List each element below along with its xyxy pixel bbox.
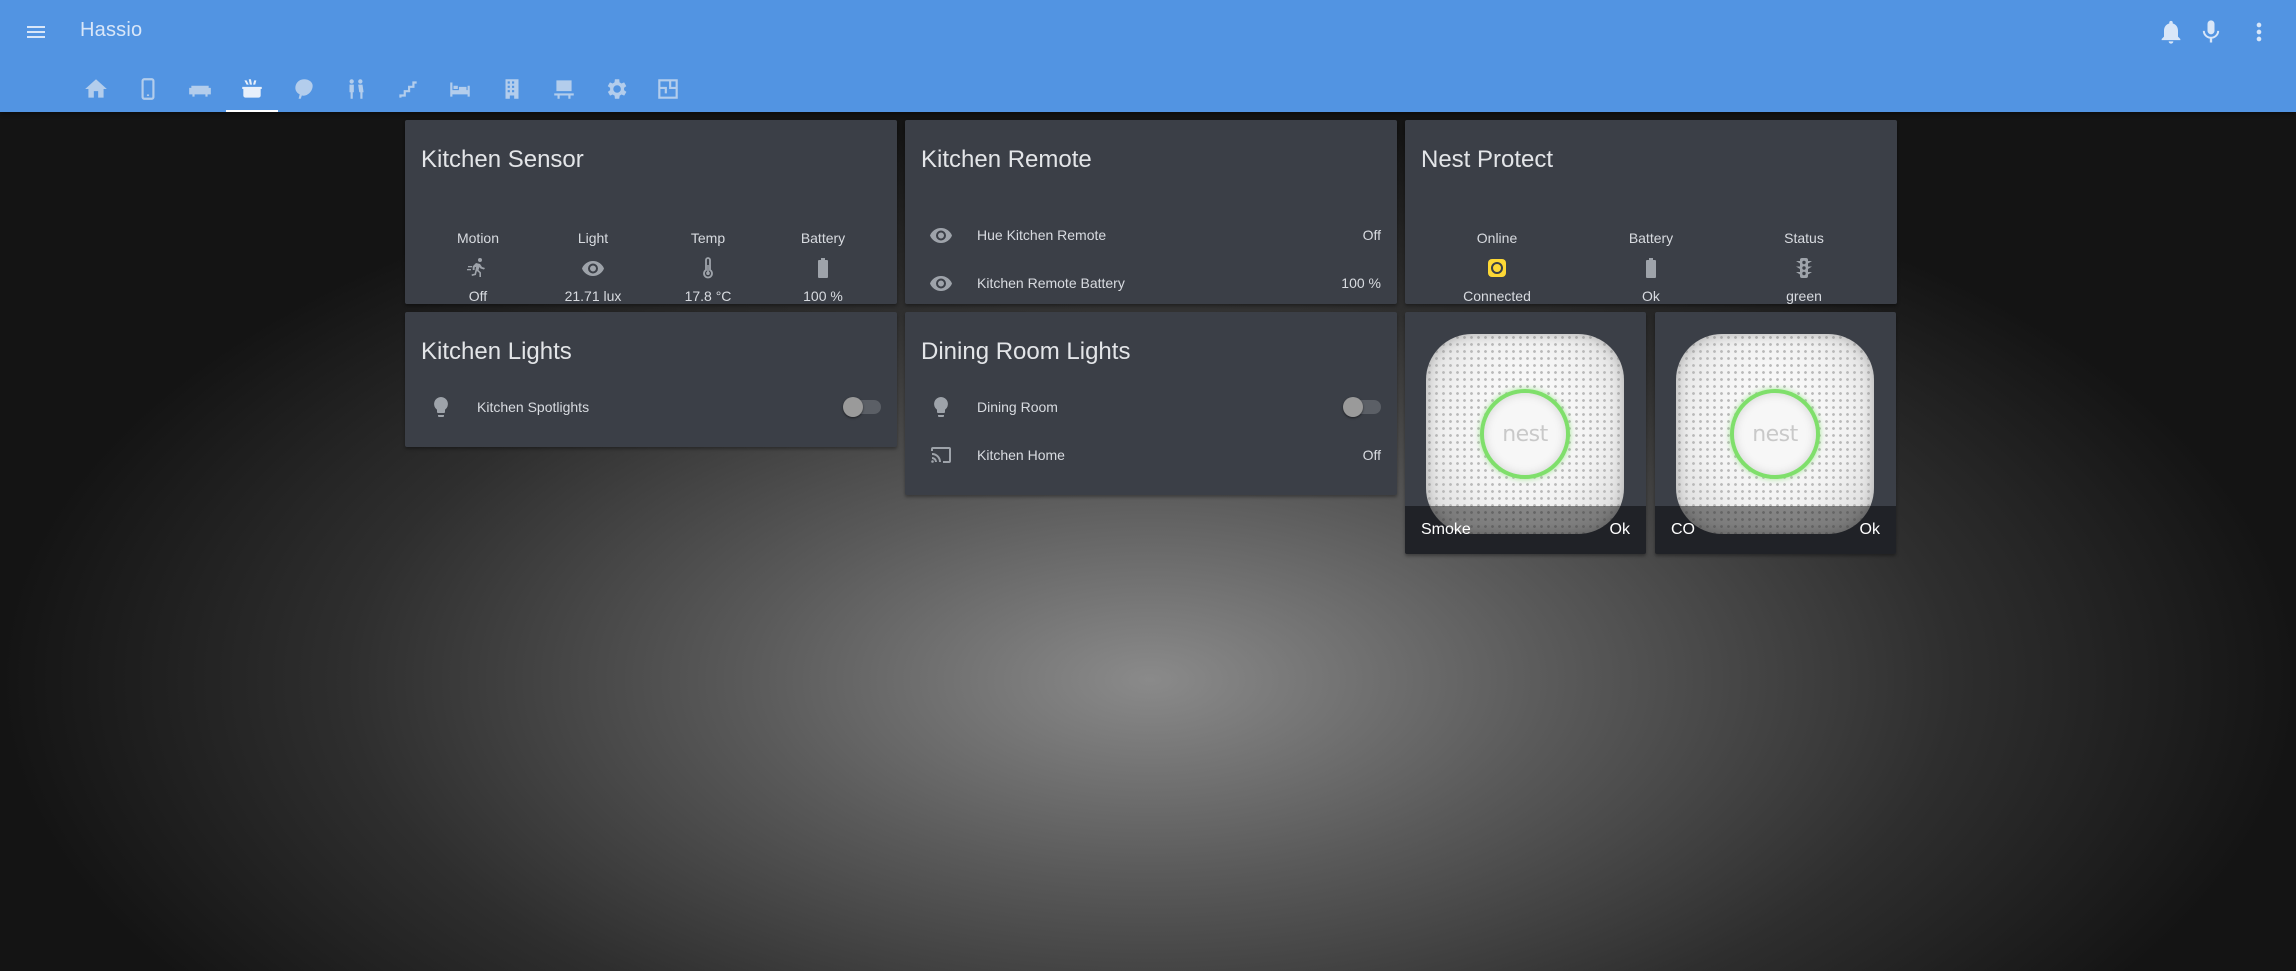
entity-row[interactable]: Kitchen Home Off: [921, 435, 1381, 475]
nest-status-ring: nest: [1730, 389, 1820, 479]
glance-state: 21.71 lux: [564, 288, 622, 304]
tab-floor-plan-icon[interactable]: [642, 70, 694, 112]
nest-logo: nest: [1752, 421, 1798, 447]
entity-name: Kitchen Home: [977, 447, 1065, 463]
tab-building-icon[interactable]: [486, 70, 538, 112]
glance-state: Off: [468, 288, 488, 304]
thermometer-icon: [653, 248, 763, 288]
traffic-light-icon: [1749, 248, 1859, 288]
card-title: Kitchen Remote: [921, 146, 1092, 173]
eye-icon: [921, 263, 961, 303]
glance-temp[interactable]: Temp 17.8 °C: [653, 230, 763, 304]
smoke-state: Ok: [1609, 521, 1630, 538]
nest-protect-card: Nest Protect Online Connected Battery Ok…: [1405, 120, 1897, 304]
picture-footer: CO Ok: [1655, 506, 1896, 554]
glance-state: green: [1786, 288, 1822, 304]
glance-name: Online: [1476, 230, 1518, 246]
kitchen-spotlights-toggle[interactable]: [843, 397, 881, 417]
entity-name: Dining Room: [977, 399, 1058, 415]
nest-logo: nest: [1502, 421, 1548, 447]
tab-sofa-icon[interactable]: [174, 70, 226, 112]
battery-icon: [768, 248, 878, 288]
glance-light[interactable]: Light 21.71 lux: [538, 230, 648, 304]
glance-state: 100 %: [803, 288, 843, 304]
entity-row[interactable]: Hue Kitchen Remote Off: [921, 215, 1381, 255]
entity-state: Off: [1362, 447, 1381, 463]
co-picture-card[interactable]: nest CO Ok: [1655, 312, 1896, 554]
entity-state: Off: [1362, 227, 1381, 243]
smoke-picture-card[interactable]: nest Smoke Ok: [1405, 312, 1646, 554]
tab-bed-icon[interactable]: [434, 70, 486, 112]
card-title: Dining Room Lights: [921, 338, 1131, 365]
kitchen-remote-card: Kitchen Remote Hue Kitchen Remote Off Ki…: [905, 120, 1397, 304]
tab-settings-icon[interactable]: [590, 70, 642, 112]
tab-stairs-icon[interactable]: [382, 70, 434, 112]
glance-name: Status: [1784, 230, 1824, 246]
menu-icon[interactable]: [24, 18, 48, 46]
glance-state: 17.8 °C: [684, 288, 732, 304]
kitchen-lights-card: Kitchen Lights Kitchen Spotlights: [405, 312, 897, 447]
entity-row[interactable]: Kitchen Spotlights: [421, 387, 881, 427]
entity-state: 100 %: [1341, 275, 1381, 291]
tab-kitchen-pot-icon[interactable]: [226, 70, 278, 112]
tab-people-icon[interactable]: [330, 70, 382, 112]
lightbulb-icon: [921, 387, 961, 427]
glance-name: Battery: [1628, 230, 1674, 246]
glance-motion[interactable]: Motion Off: [423, 230, 533, 304]
entity-row[interactable]: Dining Room: [921, 387, 1381, 427]
nest-online-icon: [1442, 248, 1552, 288]
entity-name: Hue Kitchen Remote: [977, 227, 1107, 243]
entity-row[interactable]: Kitchen Remote Battery 100 %: [921, 263, 1381, 303]
eye-icon: [538, 248, 648, 288]
card-title: Nest Protect: [1421, 146, 1554, 173]
dining-room-toggle[interactable]: [1343, 397, 1381, 417]
app-title: Hassio: [80, 19, 143, 41]
kitchen-sensor-card: Kitchen Sensor Motion Off Light 21.71 lu…: [405, 120, 897, 304]
tab-phone-icon[interactable]: [122, 70, 174, 112]
more-vert-icon[interactable]: [2245, 18, 2273, 46]
tab-home-icon[interactable]: [70, 70, 122, 112]
glance-state: Connected: [1463, 288, 1531, 304]
nest-status-ring: nest: [1480, 389, 1570, 479]
glance-name: Motion: [456, 230, 500, 246]
card-title: Kitchen Lights: [421, 338, 572, 365]
glance-online[interactable]: Online Connected: [1442, 230, 1552, 304]
motion-run-icon: [423, 248, 533, 288]
picture-footer: Smoke Ok: [1405, 506, 1646, 554]
app-header: Hassio: [0, 0, 2296, 112]
cast-icon: [921, 435, 961, 475]
co-state: Ok: [1859, 521, 1880, 538]
glance-state: Ok: [1642, 288, 1660, 304]
tab-desk-icon[interactable]: [538, 70, 590, 112]
card-title: Kitchen Sensor: [421, 146, 584, 173]
glance-battery[interactable]: Battery 100 %: [768, 230, 878, 304]
entity-name: Kitchen Remote Battery: [977, 275, 1125, 291]
co-label: CO: [1671, 521, 1695, 538]
glance-battery[interactable]: Battery Ok: [1596, 230, 1706, 304]
eye-icon: [921, 215, 961, 255]
dining-room-lights-card: Dining Room Lights Dining Room Kitchen H…: [905, 312, 1397, 495]
battery-icon: [1596, 248, 1706, 288]
glance-name: Temp: [690, 230, 726, 246]
glance-name: Light: [577, 230, 609, 246]
microphone-icon[interactable]: [2197, 18, 2225, 46]
glance-name: Battery: [800, 230, 846, 246]
nest-protect-image: nest: [1426, 334, 1624, 534]
entity-name: Kitchen Spotlights: [477, 399, 590, 415]
nest-protect-image: nest: [1676, 334, 1874, 534]
smoke-label: Smoke: [1421, 521, 1471, 538]
lightbulb-icon: [421, 387, 461, 427]
bell-icon[interactable]: [2157, 18, 2185, 46]
tab-leaf-icon[interactable]: [278, 70, 330, 112]
glance-status[interactable]: Status green: [1749, 230, 1859, 304]
